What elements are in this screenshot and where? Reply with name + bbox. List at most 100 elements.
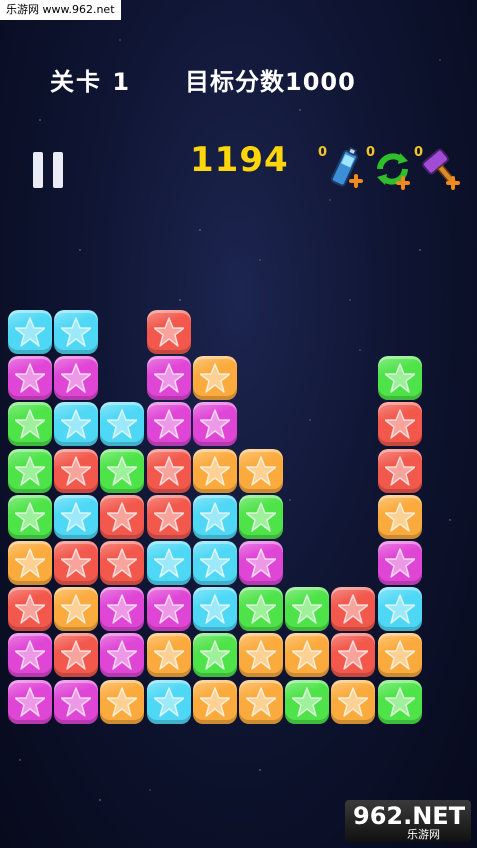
star-tile-red[interactable] xyxy=(147,495,191,539)
star-tile-orange[interactable] xyxy=(331,680,375,724)
star-tile-cyan[interactable] xyxy=(54,310,98,354)
star-tile-orange[interactable] xyxy=(193,356,237,400)
star-tile-red[interactable] xyxy=(147,449,191,493)
star-tile-orange[interactable] xyxy=(239,449,283,493)
star-tile-red[interactable] xyxy=(54,633,98,677)
star-icon xyxy=(107,548,137,578)
star-tile-cyan[interactable] xyxy=(100,402,144,446)
star-icon xyxy=(246,640,276,670)
star-tile-red[interactable] xyxy=(100,495,144,539)
star-tile-red[interactable] xyxy=(100,541,144,585)
star-tile-green[interactable] xyxy=(378,680,422,724)
star-icon xyxy=(154,409,184,439)
star-tile-red[interactable] xyxy=(331,587,375,631)
star-tile-orange[interactable] xyxy=(378,633,422,677)
star-icon xyxy=(200,363,230,393)
star-tile-orange[interactable] xyxy=(239,680,283,724)
star-icon xyxy=(385,640,415,670)
pause-bar-left xyxy=(33,152,43,188)
current-score: 1194 xyxy=(190,140,289,180)
star-icon xyxy=(246,502,276,532)
star-icon xyxy=(200,594,230,624)
star-tile-red[interactable] xyxy=(378,449,422,493)
star-tile-pink[interactable] xyxy=(54,680,98,724)
star-tile-green[interactable] xyxy=(239,587,283,631)
star-tile-cyan[interactable] xyxy=(147,680,191,724)
star-tile-orange[interactable] xyxy=(378,495,422,539)
star-icon xyxy=(61,502,91,532)
star-tile-pink[interactable] xyxy=(8,680,52,724)
star-icon xyxy=(107,502,137,532)
star-tile-green[interactable] xyxy=(100,449,144,493)
star-tile-red[interactable] xyxy=(378,402,422,446)
star-tile-green[interactable] xyxy=(193,633,237,677)
star-tile-pink[interactable] xyxy=(100,587,144,631)
star-tile-orange[interactable] xyxy=(8,541,52,585)
star-tile-pink[interactable] xyxy=(147,587,191,631)
star-tile-cyan[interactable] xyxy=(193,495,237,539)
star-tile-cyan[interactable] xyxy=(193,587,237,631)
star-tile-red[interactable] xyxy=(8,587,52,631)
star-tile-cyan[interactable] xyxy=(147,541,191,585)
star-icon xyxy=(15,548,45,578)
star-tile-pink[interactable] xyxy=(239,541,283,585)
star-icon xyxy=(107,640,137,670)
star-icon xyxy=(385,594,415,624)
star-tile-pink[interactable] xyxy=(8,633,52,677)
star-tile-red[interactable] xyxy=(54,449,98,493)
star-icon xyxy=(107,594,137,624)
watermark-logo: 962.NET 乐游网 xyxy=(345,800,471,842)
pause-button[interactable] xyxy=(33,152,65,188)
refresh-powerup-button[interactable]: 0 xyxy=(366,145,412,195)
star-tile-green[interactable] xyxy=(285,680,329,724)
star-icon xyxy=(338,687,368,717)
star-tile-orange[interactable] xyxy=(285,633,329,677)
battery-plus-icon xyxy=(330,147,363,188)
star-tile-pink[interactable] xyxy=(378,541,422,585)
star-icon xyxy=(246,456,276,486)
star-tile-green[interactable] xyxy=(285,587,329,631)
star-tile-pink[interactable] xyxy=(147,356,191,400)
star-tile-cyan[interactable] xyxy=(193,541,237,585)
star-tile-pink[interactable] xyxy=(8,356,52,400)
star-icon xyxy=(154,640,184,670)
star-icon xyxy=(338,640,368,670)
star-icon xyxy=(15,594,45,624)
star-tile-green[interactable] xyxy=(239,495,283,539)
star-tile-green[interactable] xyxy=(8,449,52,493)
target-score-label: 目标分数1000 xyxy=(185,68,356,96)
star-tile-orange[interactable] xyxy=(193,680,237,724)
star-icon xyxy=(107,409,137,439)
star-icon xyxy=(385,502,415,532)
star-icon xyxy=(154,594,184,624)
star-tile-orange[interactable] xyxy=(100,680,144,724)
refresh-plus-icon xyxy=(377,153,410,190)
watermark-sub: 乐游网 xyxy=(407,828,440,841)
star-tile-green[interactable] xyxy=(8,402,52,446)
star-tile-orange[interactable] xyxy=(193,449,237,493)
star-tile-cyan[interactable] xyxy=(54,402,98,446)
star-tile-pink[interactable] xyxy=(147,402,191,446)
star-tile-cyan[interactable] xyxy=(378,587,422,631)
star-tile-pink[interactable] xyxy=(193,402,237,446)
star-tile-red[interactable] xyxy=(331,633,375,677)
hammer-powerup-button[interactable]: 0 xyxy=(414,145,460,195)
star-tile-orange[interactable] xyxy=(54,587,98,631)
star-tile-cyan[interactable] xyxy=(54,495,98,539)
star-tile-orange[interactable] xyxy=(147,633,191,677)
battery-powerup-button[interactable]: 0 xyxy=(318,145,364,195)
star-tile-green[interactable] xyxy=(378,356,422,400)
star-tile-green[interactable] xyxy=(8,495,52,539)
star-icon xyxy=(385,363,415,393)
star-tile-cyan[interactable] xyxy=(8,310,52,354)
star-icon xyxy=(107,456,137,486)
star-icon xyxy=(15,456,45,486)
star-tile-red[interactable] xyxy=(54,541,98,585)
star-tile-red[interactable] xyxy=(147,310,191,354)
star-tile-pink[interactable] xyxy=(100,633,144,677)
star-icon xyxy=(15,363,45,393)
star-tile-pink[interactable] xyxy=(54,356,98,400)
pause-bar-right xyxy=(53,152,63,188)
header: 关卡 1 目标分数1000 xyxy=(0,62,477,98)
star-tile-orange[interactable] xyxy=(239,633,283,677)
